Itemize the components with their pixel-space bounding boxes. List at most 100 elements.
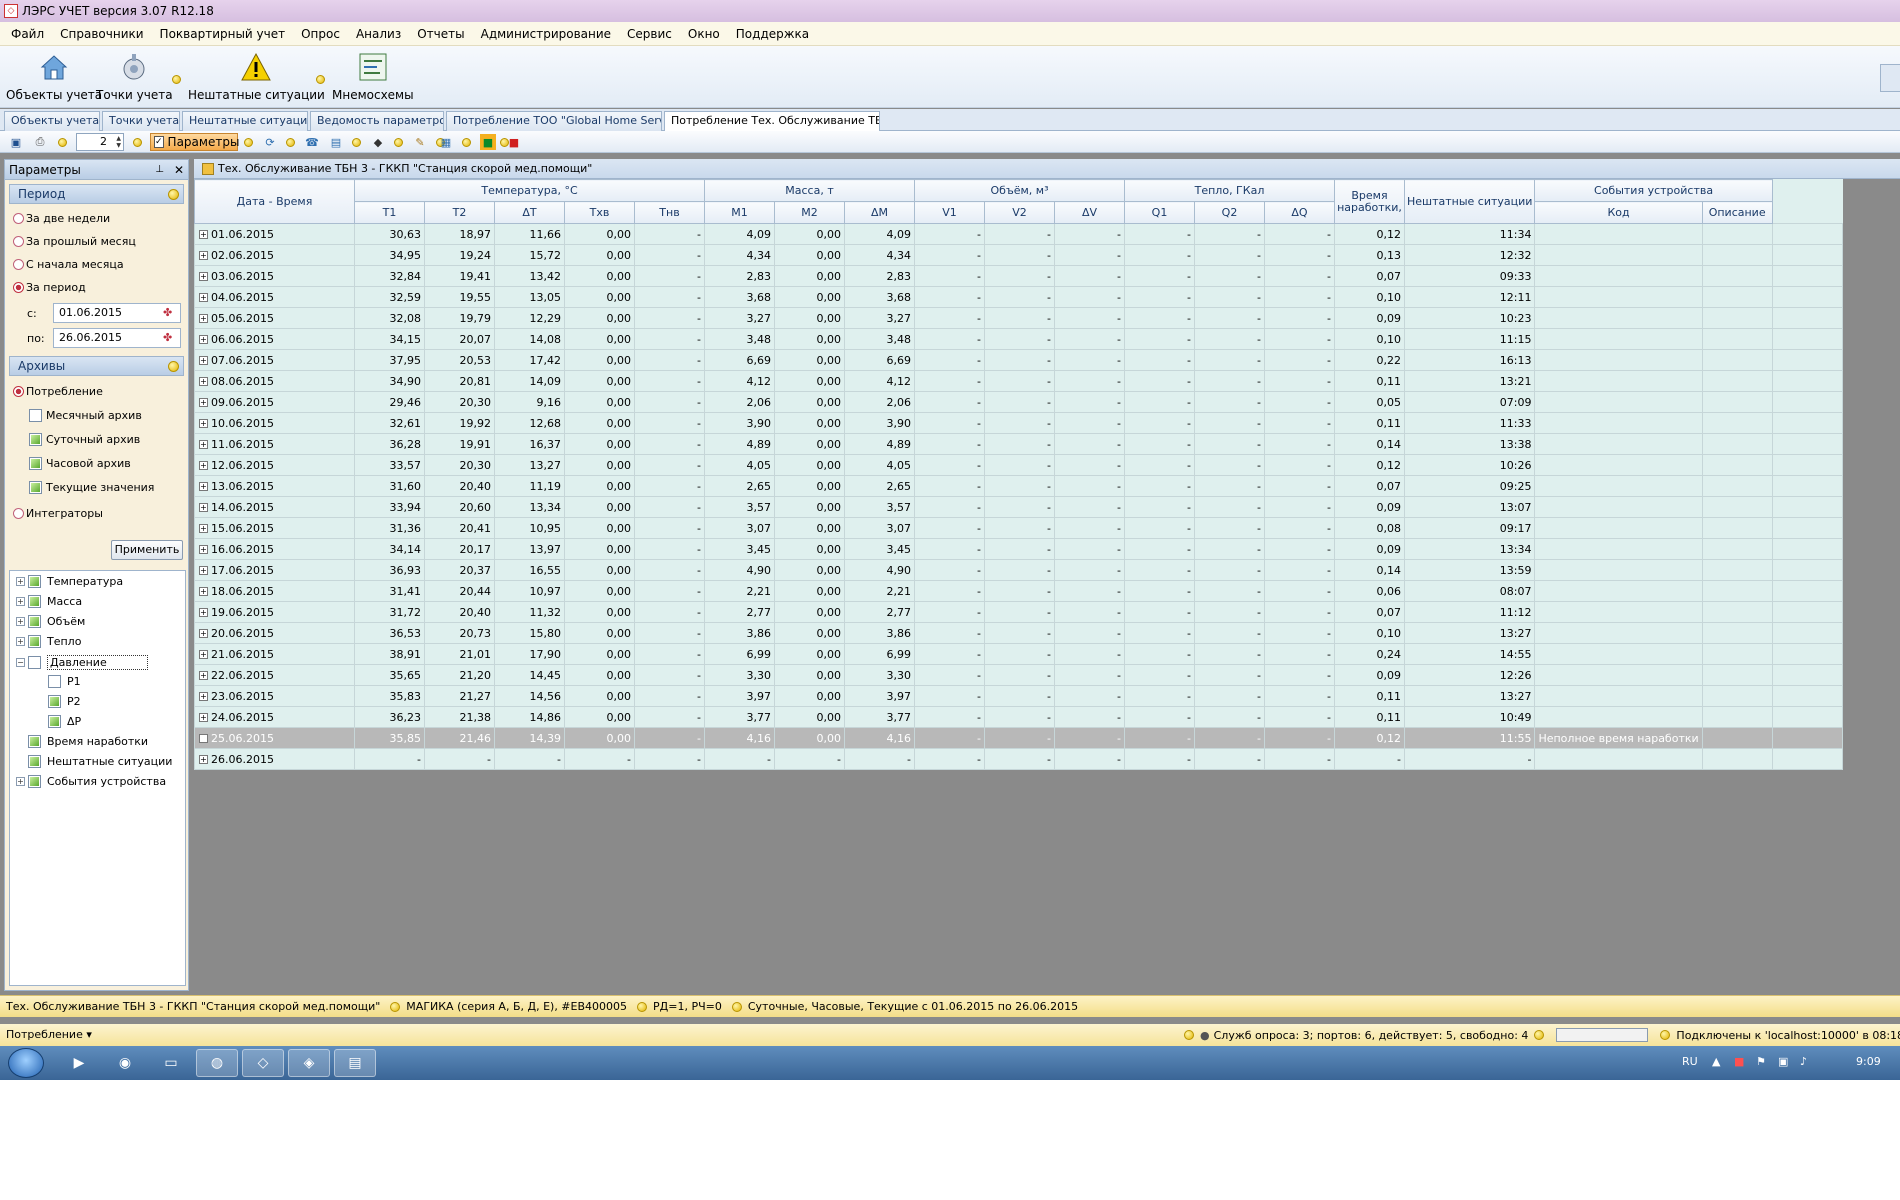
expand-icon[interactable]: + [16,597,25,606]
tree-node-p1[interactable]: P1 [48,675,81,688]
archives-section-header[interactable]: Архивы [9,356,184,376]
filter-icon[interactable]: ◆ [370,134,386,150]
expand-row-icon[interactable]: + [199,482,208,491]
expand-icon[interactable]: + [16,777,25,786]
checkbox-checked-icon[interactable] [28,735,41,748]
start-button[interactable] [8,1048,44,1078]
cell-datetime[interactable]: +20.06.2015 [194,622,355,644]
col-dq[interactable]: ΔQ [1264,201,1335,224]
menu-window[interactable]: Окно [680,22,728,46]
cell-datetime[interactable]: +06.06.2015 [194,328,355,350]
poll-icon[interactable]: ☎ [304,134,320,150]
table-row[interactable]: +26.06.2015- - - - - - - - - - - - - - - - [194,748,1843,770]
cell-datetime[interactable]: +10.06.2015 [194,412,355,434]
col-dm[interactable]: ΔM [844,201,915,224]
cell-datetime[interactable]: +08.06.2015 [194,370,355,392]
cell-datetime[interactable]: +19.06.2015 [194,601,355,623]
cell-datetime[interactable]: +24.06.2015 [194,706,355,728]
firefox-icon[interactable]: ◍ [196,1049,238,1077]
cell-datetime[interactable]: +04.06.2015 [194,286,355,308]
calendar-icon[interactable]: ✤ [163,306,177,320]
table-row[interactable]: +19.06.2015 31,72 20,40 11,32 0,00-2,77 0,00 2… [194,601,1843,623]
expand-row-icon[interactable]: + [199,251,208,260]
expand-icon[interactable]: + [16,577,25,586]
stop-icon[interactable]: ■ [506,134,522,150]
cell-datetime[interactable]: +12.06.2015 [194,454,355,476]
table-row[interactable]: +25.06.2015 35,85 21,46 14,39 0,00-4,16 0,00 4… [194,727,1843,749]
cell-datetime[interactable]: +01.06.2015 [194,223,355,245]
tray-flag-icon[interactable]: ⚑ [1756,1055,1766,1068]
date-from-input[interactable]: 01.06.2015 ✤ [53,303,181,323]
save-icon[interactable]: ▣ [8,134,24,150]
table-row[interactable]: +16.06.2015 34,14 20,17 13,97 0,00-3,45 0,00 3… [194,538,1843,560]
menu-support[interactable]: Поддержка [728,22,817,46]
expand-row-icon[interactable]: + [199,272,208,281]
consumption-radio[interactable]: Потребление [13,385,103,398]
tray-security-icon[interactable]: ■ [1734,1055,1744,1068]
menu-administration[interactable]: Администрирование [473,22,619,46]
menu-reports[interactable]: Отчеты [409,22,472,46]
media-player-icon[interactable]: ▶ [58,1049,100,1077]
cell-datetime[interactable]: +22.06.2015 [194,664,355,686]
explorer-folder-icon[interactable]: ▭ [150,1049,192,1077]
cell-datetime[interactable]: +13.06.2015 [194,475,355,497]
tray-volume-icon[interactable]: ♪ [1800,1055,1807,1068]
lers-app-icon[interactable]: ◇ [242,1049,284,1077]
tree-node-p2[interactable]: P2 [48,695,81,708]
expand-row-icon[interactable]: + [199,314,208,323]
checkbox-icon[interactable] [48,675,61,688]
chart-icon[interactable]: ▤ [328,134,344,150]
checkbox-icon[interactable] [28,656,41,669]
table-row[interactable]: +04.06.2015 32,59 19,55 13,05 0,00-3,68 0,00 3… [194,286,1843,308]
expand-icon[interactable]: + [16,617,25,626]
table-row[interactable]: +18.06.2015 31,41 20,44 10,97 0,00-2,21 0,00 2… [194,580,1843,602]
expand-row-icon[interactable]: + [199,566,208,575]
col-datetime[interactable]: Дата - Время [194,179,355,224]
cell-datetime[interactable]: +09.06.2015 [194,391,355,413]
expand-row-icon[interactable]: + [199,230,208,239]
apply-button[interactable]: Применить [111,540,183,560]
expand-row-icon[interactable]: + [199,608,208,617]
col-event-description[interactable]: Описание [1701,201,1773,224]
expand-row-icon[interactable]: + [199,713,208,722]
cell-datetime[interactable]: +02.06.2015 [194,244,355,266]
edit-icon[interactable]: ✎ [412,134,428,150]
period-last-month-radio[interactable]: За прошлый месяц [13,235,136,248]
col-incidents[interactable]: Нештатные ситуации [1403,179,1536,224]
collapse-icon[interactable]: − [16,658,25,667]
collapse-dot-icon[interactable] [168,189,179,200]
cell-datetime[interactable]: +05.06.2015 [194,307,355,329]
tab-consumption-global-home[interactable]: Потребление ТОО "Global Home Service" [446,111,662,131]
lers-monitor-icon[interactable]: ◈ [288,1049,330,1077]
table-row[interactable]: +03.06.2015 32,84 19,41 13,42 0,00-2,83 0,00 2… [194,265,1843,287]
collapse-dot-icon[interactable] [168,361,179,372]
expand-row-icon[interactable]: + [199,671,208,680]
close-icon[interactable]: ✕ [174,163,184,177]
table-row[interactable]: +17.06.2015 36,93 20,37 16,55 0,00-4,90 0,00 4… [194,559,1843,581]
expand-row-icon[interactable]: + [199,503,208,512]
table-row[interactable]: +12.06.2015 33,57 20,30 13,27 0,00-4,05 0,00 4… [194,454,1843,476]
expand-row-icon[interactable]: + [199,398,208,407]
menu-apartment-accounting[interactable]: Поквартирный учет [152,22,294,46]
period-custom-radio[interactable]: За период [13,281,86,294]
expand-row-icon[interactable]: + [199,524,208,533]
run-icon[interactable]: ■ [480,134,496,150]
mnemo-button[interactable]: Мнемосхемы [332,50,414,102]
table-row[interactable]: +13.06.2015 31,60 20,40 11,19 0,00-2,65 0,00 2… [194,475,1843,497]
expand-row-icon[interactable]: + [199,356,208,365]
table-row[interactable]: +09.06.2015 29,46 20,30 9,16 0,00-2,06 0,00 2,… [194,391,1843,413]
col-event-code[interactable]: Код [1534,201,1703,224]
table-row[interactable]: +02.06.2015 34,95 19,24 15,72 0,00-4,34 0,00 4… [194,244,1843,266]
pin-icon[interactable]: ⊥ [155,164,164,175]
tree-node-device-events[interactable]: + События устройства [16,775,166,788]
checkbox-checked-icon[interactable] [28,615,41,628]
current-values-checkbox[interactable]: Текущие значения [29,481,154,494]
table-row[interactable]: +06.06.2015 34,15 20,07 14,08 0,00-3,48 0,00 3… [194,328,1843,350]
language-indicator[interactable]: RU [1682,1055,1698,1068]
cell-datetime[interactable]: +25.06.2015 [194,727,355,749]
depth-stepper[interactable]: 2 ▲ ▼ [76,133,124,151]
export-icon[interactable]: ▦ [438,134,454,150]
period-two-weeks-radio[interactable]: За две недели [13,212,110,225]
cell-datetime[interactable]: +03.06.2015 [194,265,355,287]
table-row[interactable]: +08.06.2015 34,90 20,81 14,09 0,00-4,12 0,00 4… [194,370,1843,392]
